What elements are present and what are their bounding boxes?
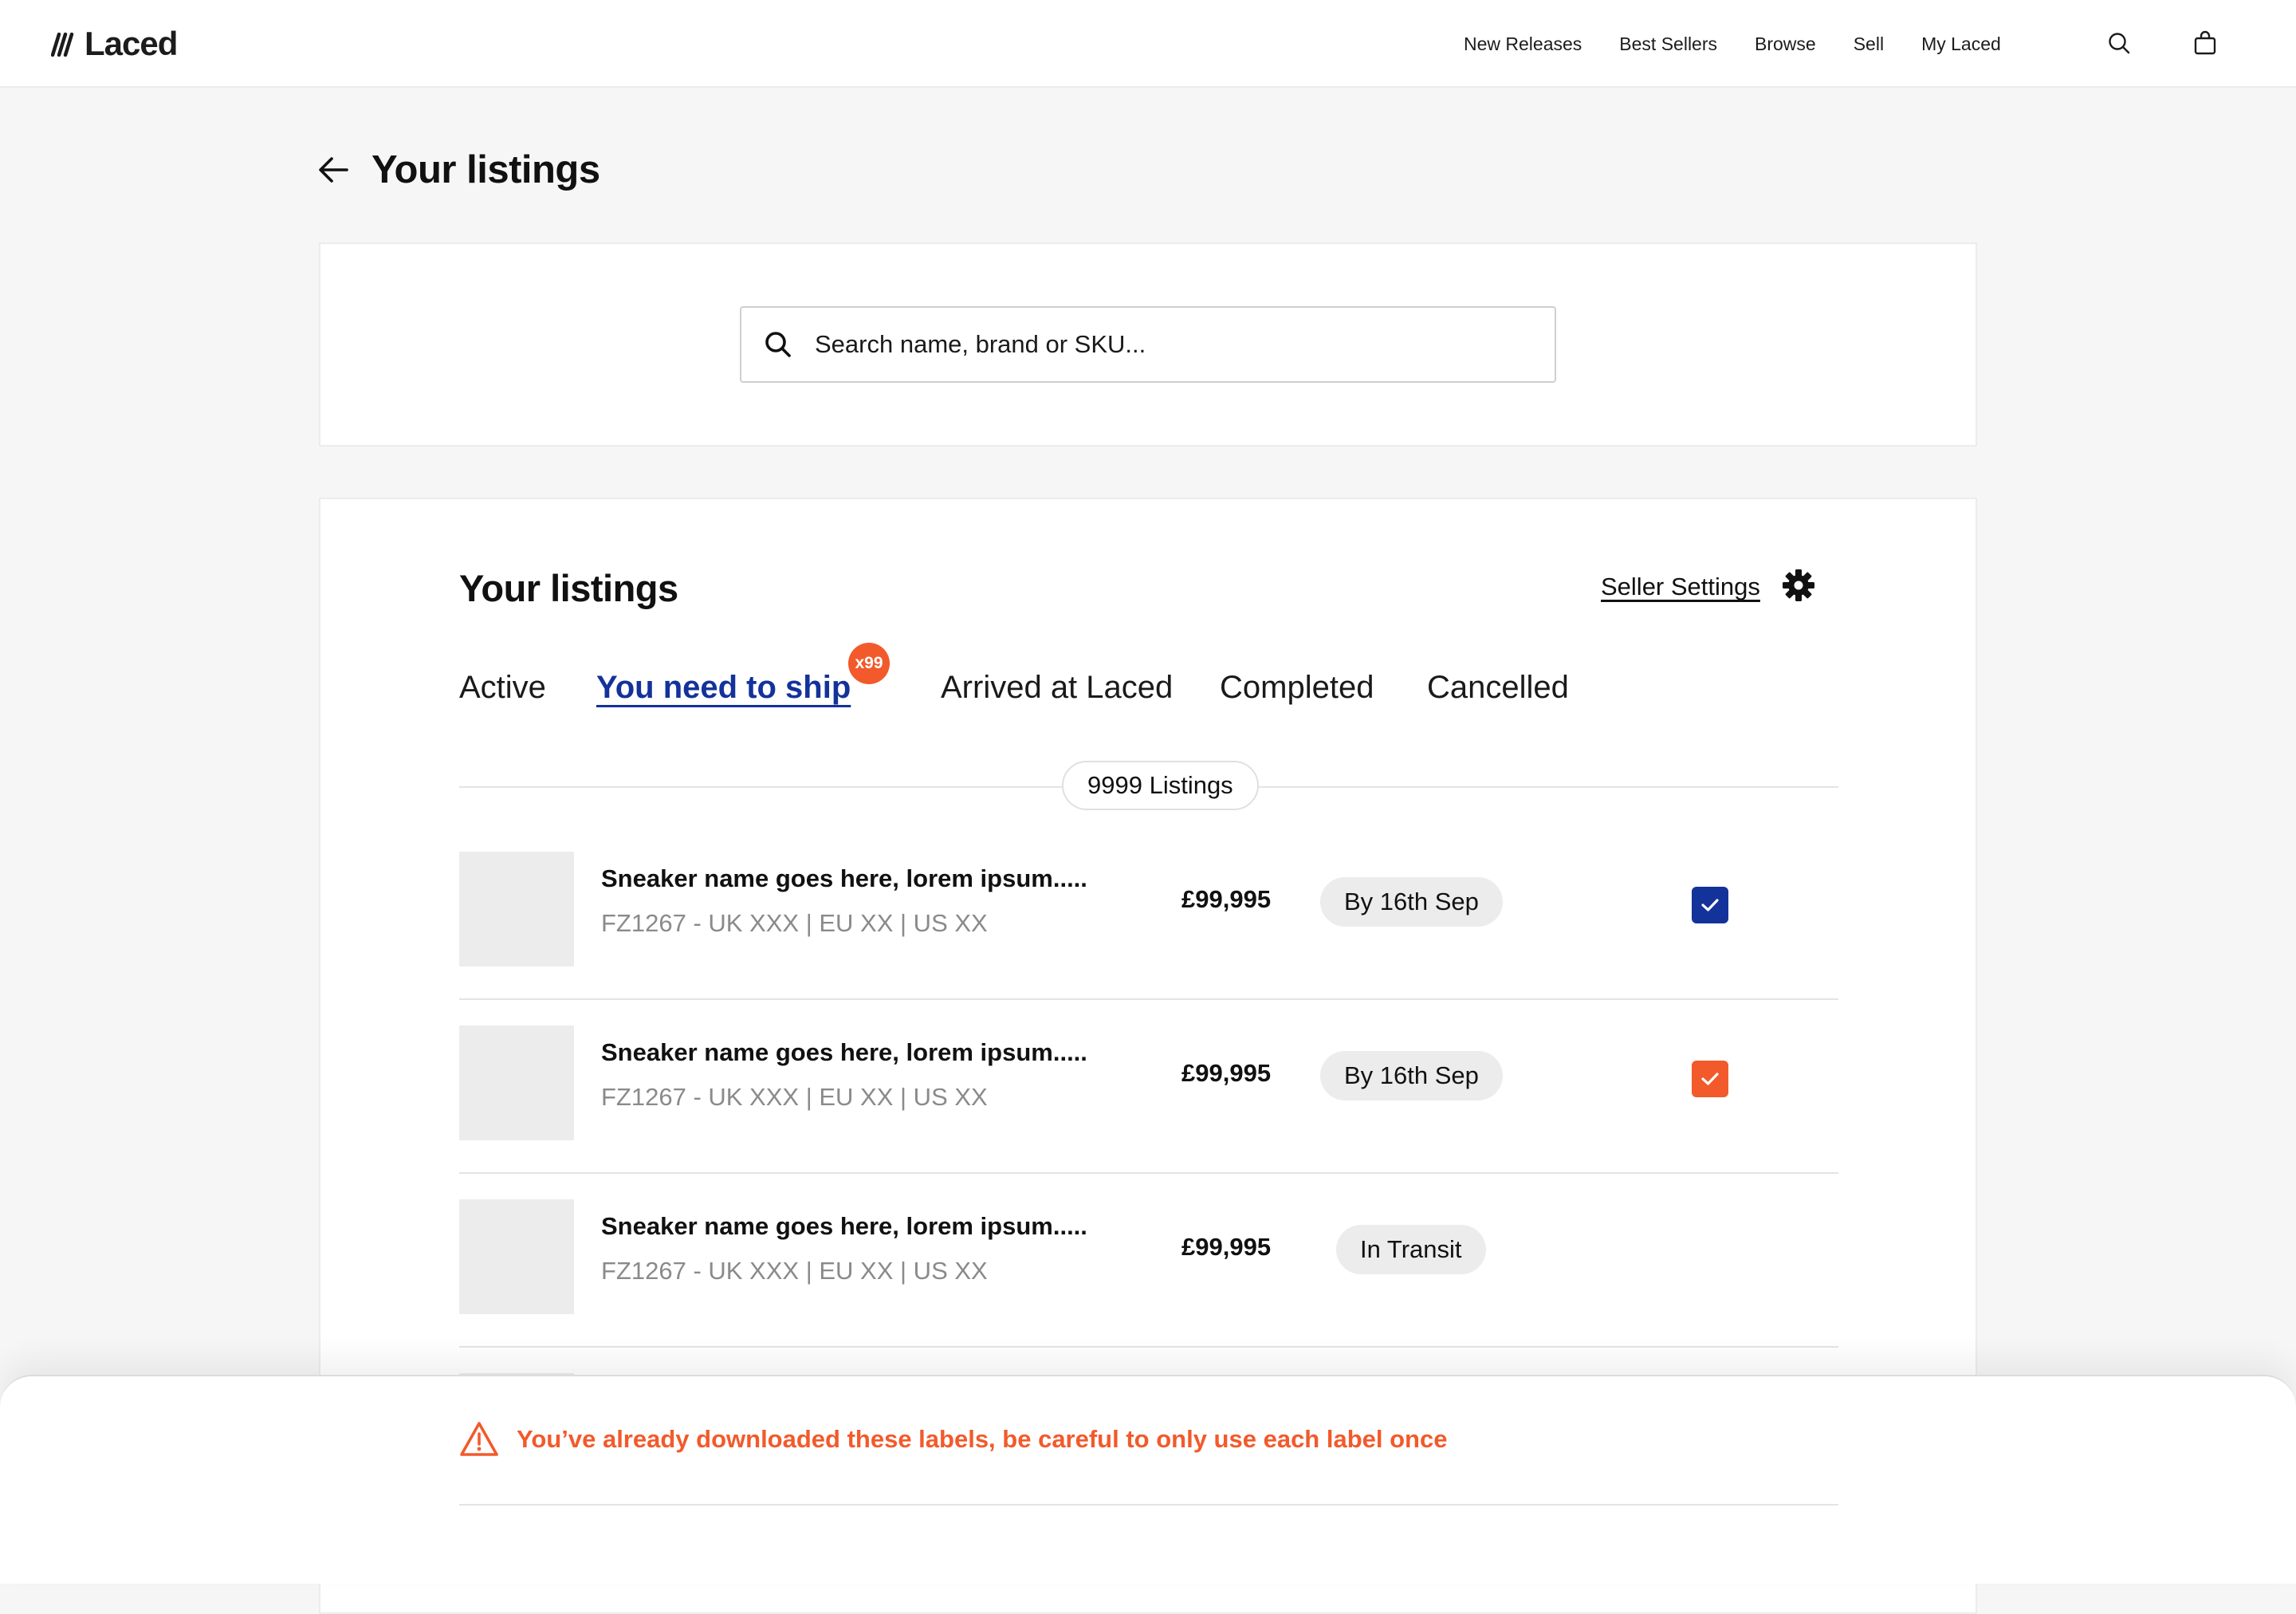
status-badge: By 16th Sep — [1320, 1051, 1503, 1100]
listings-count-badge: 9999 Listings — [1062, 761, 1259, 810]
table-row[interactable]: Sneaker name goes here, lorem ipsum.....… — [459, 826, 1838, 1000]
nav-link-new-releases[interactable]: New Releases — [1464, 33, 1582, 55]
warning-text: You’ve already downloaded these labels, … — [517, 1425, 1448, 1453]
tab-count-badge: x99 — [848, 643, 890, 684]
product-thumbnail — [459, 1025, 574, 1140]
product-price: £99,995 — [1181, 1059, 1272, 1087]
product-name: Sneaker name goes here, lorem ipsum..... — [601, 1038, 1087, 1066]
main-nav: New Releases Best Sellers Browse Sell My… — [1464, 0, 2001, 88]
nav-link-sell[interactable]: Sell — [1854, 33, 1884, 55]
search-card — [319, 242, 1977, 447]
nav-search-button[interactable] — [2105, 29, 2133, 57]
product-price: £99,995 — [1181, 885, 1272, 913]
seller-settings-button[interactable] — [1781, 568, 1816, 603]
row-checkbox[interactable] — [1692, 887, 1728, 923]
row-checkbox[interactable] — [1692, 1061, 1728, 1097]
bottom-sheet: You’ve already downloaded these labels, … — [0, 1375, 2296, 1584]
nav-link-my-laced[interactable]: My Laced — [1921, 33, 2001, 55]
nav-link-best-sellers[interactable]: Best Sellers — [1619, 33, 1717, 55]
table-row[interactable]: Sneaker name goes here, lorem ipsum.....… — [459, 1174, 1838, 1348]
product-sku: FZ1267 - UK XXX | EU XX | US XX — [601, 1257, 988, 1285]
label-warning: You’ve already downloaded these labels, … — [459, 1421, 1447, 1458]
page-title: Your listings — [372, 148, 600, 191]
back-button[interactable] — [316, 152, 351, 187]
gear-icon — [1783, 569, 1814, 601]
bag-icon — [2194, 30, 2216, 55]
nav-bag-button[interactable] — [2191, 29, 2219, 57]
search-box[interactable] — [740, 306, 1556, 383]
seller-settings-link[interactable]: Seller Settings — [1601, 573, 1760, 601]
product-price: £99,995 — [1181, 1233, 1272, 1261]
product-thumbnail — [459, 1199, 574, 1314]
checkmark-icon — [1701, 1073, 1719, 1085]
laced-logo-mark-icon — [51, 32, 74, 57]
product-sku: FZ1267 - UK XXX | EU XX | US XX — [601, 909, 988, 937]
search-input[interactable] — [813, 329, 1518, 360]
laced-logo[interactable]: Laced — [51, 24, 178, 64]
page-heading: Your listings — [316, 142, 600, 198]
logo-text: Laced — [85, 25, 178, 62]
nav-link-browse[interactable]: Browse — [1755, 33, 1816, 55]
tab-arrived-at-laced[interactable]: Arrived at Laced — [941, 670, 1173, 706]
search-icon — [764, 329, 796, 360]
tab-you-need-to-ship[interactable]: You need to ship — [596, 670, 851, 706]
product-sku: FZ1267 - UK XXX | EU XX | US XX — [601, 1083, 988, 1111]
table-row[interactable]: Sneaker name goes here, lorem ipsum.....… — [459, 1000, 1838, 1174]
product-thumbnail — [459, 852, 574, 966]
product-name: Sneaker name goes here, lorem ipsum..... — [601, 864, 1087, 892]
search-icon — [2109, 33, 2130, 54]
status-badge: In Transit — [1336, 1225, 1486, 1274]
warning-triangle-icon — [460, 1422, 498, 1456]
tab-active[interactable]: Active — [459, 670, 546, 706]
tab-cancelled[interactable]: Cancelled — [1427, 670, 1569, 706]
section-title: Your listings — [459, 567, 678, 609]
tab-completed[interactable]: Completed — [1220, 670, 1374, 706]
arrow-left-icon — [319, 157, 348, 183]
checkmark-icon — [1701, 899, 1719, 911]
sheet-divider — [459, 1504, 1838, 1506]
top-navigation: Laced New Releases Best Sellers Browse S… — [0, 0, 2296, 88]
status-badge: By 16th Sep — [1320, 877, 1503, 927]
product-name: Sneaker name goes here, lorem ipsum..... — [601, 1212, 1087, 1240]
